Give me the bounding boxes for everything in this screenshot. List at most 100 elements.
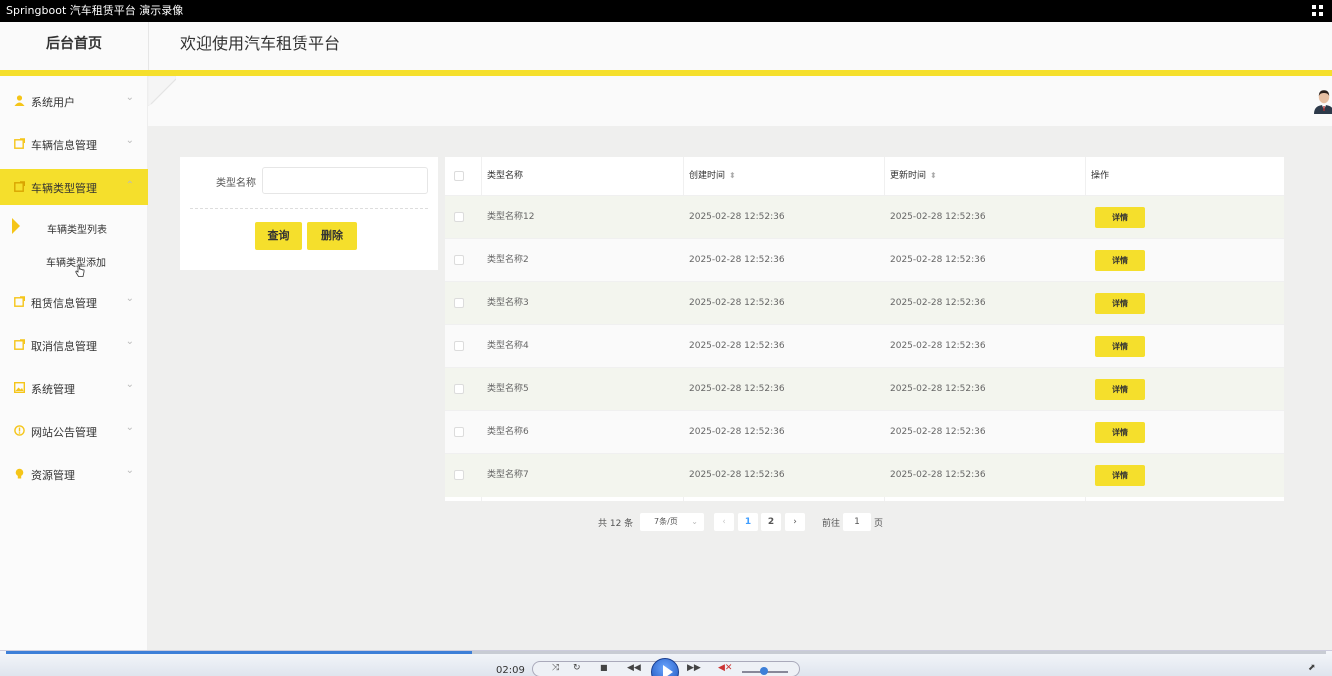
sidebar-item-system-admin[interactable]: 系统管理 ⌄ bbox=[0, 370, 148, 406]
cell-created: 2025-02-28 12:52:36 bbox=[689, 384, 785, 394]
window-titlebar: Springboot 汽车租赁平台 演示录像 bbox=[0, 0, 1332, 22]
query-button[interactable]: 查询 bbox=[255, 222, 302, 250]
info-icon bbox=[14, 425, 25, 436]
goto-label: 前往 bbox=[822, 519, 841, 529]
page-2-button[interactable]: 2 bbox=[761, 513, 781, 531]
sidebar-item-label: 租赁信息管理 bbox=[31, 297, 97, 310]
detail-button[interactable]: 详情 bbox=[1095, 293, 1145, 314]
chevron-down-icon: ⌄ bbox=[125, 135, 134, 146]
expand-icon[interactable]: ⬈ bbox=[1308, 663, 1316, 673]
edit-icon bbox=[14, 339, 25, 350]
row-checkbox[interactable] bbox=[454, 298, 464, 308]
page-size-select[interactable]: 7条/页 ⌄ bbox=[640, 513, 704, 531]
home-link[interactable]: 后台首页 bbox=[0, 22, 148, 70]
cell-created: 2025-02-28 12:52:36 bbox=[689, 255, 785, 265]
volume-knob[interactable] bbox=[760, 667, 768, 675]
sidebar-item-label: 系统用户 bbox=[31, 96, 75, 109]
rewind-icon[interactable]: ◀◀ bbox=[627, 663, 641, 673]
table-row: 类型名称6 2025-02-28 12:52:36 2025-02-28 12:… bbox=[445, 410, 1284, 453]
edit-icon bbox=[14, 296, 25, 307]
avatar bbox=[1314, 90, 1332, 114]
page-title: 欢迎使用汽车租赁平台 bbox=[180, 34, 341, 53]
cell-created: 2025-02-28 12:52:36 bbox=[689, 341, 785, 351]
detail-button[interactable]: 详情 bbox=[1095, 465, 1145, 486]
repeat-icon[interactable]: ↻ bbox=[573, 663, 581, 673]
chevron-down-icon: ⌄ bbox=[125, 422, 134, 433]
column-header-name: 类型名称 bbox=[487, 171, 524, 181]
page-1-button[interactable]: 1 bbox=[738, 513, 758, 531]
cell-name: 类型名称3 bbox=[487, 298, 529, 308]
chevron-down-icon: ⌄ bbox=[691, 517, 698, 526]
sidebar-subitem-type-add[interactable]: 车辆类型添加 bbox=[0, 245, 148, 277]
table-row: 类型名称7 2025-02-28 12:52:36 2025-02-28 12:… bbox=[445, 453, 1284, 497]
row-checkbox[interactable] bbox=[454, 384, 464, 394]
row-checkbox[interactable] bbox=[454, 427, 464, 437]
cell-name: 类型名称4 bbox=[487, 341, 529, 351]
sidebar-item-vehicle-info[interactable]: 车辆信息管理 ⌄ bbox=[0, 126, 148, 162]
select-all-checkbox[interactable] bbox=[454, 171, 464, 181]
sidebar-item-label: 车辆信息管理 bbox=[31, 139, 97, 152]
cell-name: 类型名称6 bbox=[487, 427, 529, 437]
search-label: 类型名称 bbox=[216, 178, 256, 189]
edit-icon bbox=[14, 181, 25, 192]
cell-updated: 2025-02-28 12:52:36 bbox=[890, 255, 986, 265]
data-table: 类型名称 创建时间 ⬍ 更新时间 ⬍ 操作 类型名称12 2025-02-28 12… bbox=[445, 157, 1284, 501]
type-name-input[interactable] bbox=[262, 167, 428, 194]
image-icon bbox=[14, 382, 25, 393]
main-content: admin 类型名称 查询 删除 类型名称 创建时间⬍ 更新时间⬍ 操作 类型名… bbox=[148, 76, 1332, 650]
detail-button[interactable]: 详情 bbox=[1095, 422, 1145, 443]
fullscreen-icon[interactable] bbox=[1312, 5, 1324, 17]
collapse-sidebar-icon[interactable] bbox=[148, 76, 176, 106]
page-suffix: 页 bbox=[874, 519, 884, 529]
sidebar-item-label: 车辆类型管理 bbox=[31, 182, 97, 195]
sidebar-item-label: 取消信息管理 bbox=[31, 340, 97, 353]
sidebar-item-cancel-info[interactable]: 取消信息管理 ⌄ bbox=[0, 327, 148, 363]
sort-icon[interactable]: ⬍ bbox=[930, 171, 937, 180]
detail-button[interactable]: 详情 bbox=[1095, 336, 1145, 357]
cell-updated: 2025-02-28 12:52:36 bbox=[890, 298, 986, 308]
detail-button[interactable]: 详情 bbox=[1095, 207, 1145, 228]
column-header-created[interactable]: 创建时间 ⬍ bbox=[689, 157, 736, 195]
total-count: 共 12 条 bbox=[598, 519, 634, 529]
next-page-button[interactable]: › bbox=[785, 513, 805, 531]
divider bbox=[190, 208, 428, 209]
chevron-down-icon: ⌄ bbox=[125, 92, 134, 103]
row-checkbox[interactable] bbox=[454, 212, 464, 222]
shuffle-icon[interactable]: ⤨ bbox=[552, 663, 559, 673]
table-row: 类型名称4 2025-02-28 12:52:36 2025-02-28 12:… bbox=[445, 324, 1284, 367]
goto-page-input[interactable]: 1 bbox=[843, 513, 871, 531]
prev-page-button[interactable]: ‹ bbox=[714, 513, 734, 531]
header-divider bbox=[148, 22, 149, 70]
sidebar-item-resources[interactable]: 资源管理 ⌄ bbox=[0, 456, 148, 492]
user-icon bbox=[14, 95, 25, 106]
fast-forward-icon[interactable]: ▶▶ bbox=[687, 663, 701, 673]
cell-created: 2025-02-28 12:52:36 bbox=[689, 212, 785, 222]
row-checkbox[interactable] bbox=[454, 470, 464, 480]
row-checkbox[interactable] bbox=[454, 255, 464, 265]
seek-bar[interactable] bbox=[6, 651, 1326, 654]
sidebar-subitem-label: 车辆类型列表 bbox=[47, 225, 107, 236]
detail-button[interactable]: 详情 bbox=[1095, 379, 1145, 400]
sidebar-item-announcements[interactable]: 网站公告管理 ⌄ bbox=[0, 413, 148, 449]
row-checkbox[interactable] bbox=[454, 341, 464, 351]
column-header-label: 更新时间 bbox=[890, 171, 927, 181]
bulb-icon bbox=[15, 468, 24, 479]
cell-created: 2025-02-28 12:52:36 bbox=[689, 298, 785, 308]
mute-icon[interactable]: ◀✕ bbox=[718, 663, 732, 673]
page-size-value: 7条/页 bbox=[654, 517, 678, 526]
detail-button[interactable]: 详情 bbox=[1095, 250, 1145, 271]
stop-icon[interactable]: ■ bbox=[600, 663, 608, 672]
sort-icon[interactable]: ⬍ bbox=[729, 171, 736, 180]
sidebar-item-label: 资源管理 bbox=[31, 469, 75, 482]
search-panel: 类型名称 查询 删除 bbox=[180, 157, 438, 270]
cell-created: 2025-02-28 12:52:36 bbox=[689, 427, 785, 437]
column-header-updated[interactable]: 更新时间 ⬍ bbox=[890, 157, 937, 195]
sidebar-item-rental-info[interactable]: 租赁信息管理 ⌄ bbox=[0, 284, 148, 320]
sidebar-item-vehicle-type[interactable]: 车辆类型管理 ⌃ bbox=[0, 169, 148, 205]
sidebar-subitem-type-list[interactable]: 车辆类型列表 bbox=[0, 212, 148, 244]
cell-updated: 2025-02-28 12:52:36 bbox=[890, 470, 986, 480]
delete-button[interactable]: 删除 bbox=[307, 222, 357, 250]
edit-icon bbox=[14, 138, 25, 149]
sidebar-item-system-users[interactable]: 系统用户 ⌄ bbox=[0, 83, 148, 119]
chevron-down-icon: ⌄ bbox=[125, 465, 134, 476]
